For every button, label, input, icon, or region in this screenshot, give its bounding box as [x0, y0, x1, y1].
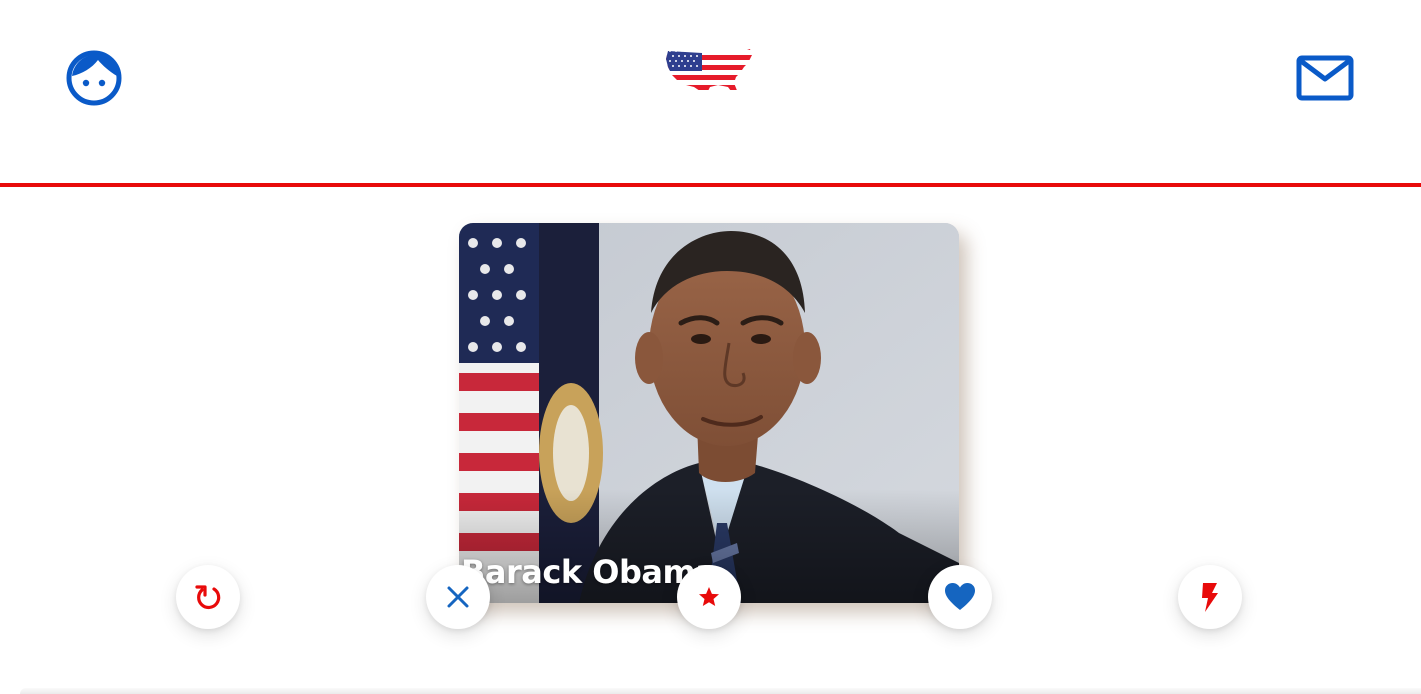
app-page: Barack Obama	[0, 0, 1421, 694]
close-icon	[447, 586, 469, 608]
usa-flag-map-logo	[666, 49, 752, 95]
card-stage: Barack Obama	[0, 187, 1421, 694]
portrait-photo	[459, 223, 959, 603]
superlike-button[interactable]	[677, 565, 741, 629]
heart-icon	[945, 583, 975, 610]
face-icon	[66, 50, 122, 106]
like-button[interactable]	[928, 565, 992, 629]
profile-card[interactable]: Barack Obama	[459, 223, 959, 603]
lightning-bolt-icon	[1202, 583, 1218, 612]
nope-button[interactable]	[426, 565, 490, 629]
app-logo	[662, 44, 756, 100]
messages-button[interactable]	[1292, 50, 1358, 106]
envelope-icon	[1296, 55, 1354, 101]
bottom-bar	[20, 688, 1421, 694]
profile-button[interactable]	[62, 46, 126, 110]
top-header	[0, 0, 1421, 183]
star-icon	[699, 587, 719, 606]
boost-button[interactable]	[1178, 565, 1242, 629]
undo-button[interactable]	[176, 565, 240, 629]
undo-icon	[195, 585, 221, 610]
